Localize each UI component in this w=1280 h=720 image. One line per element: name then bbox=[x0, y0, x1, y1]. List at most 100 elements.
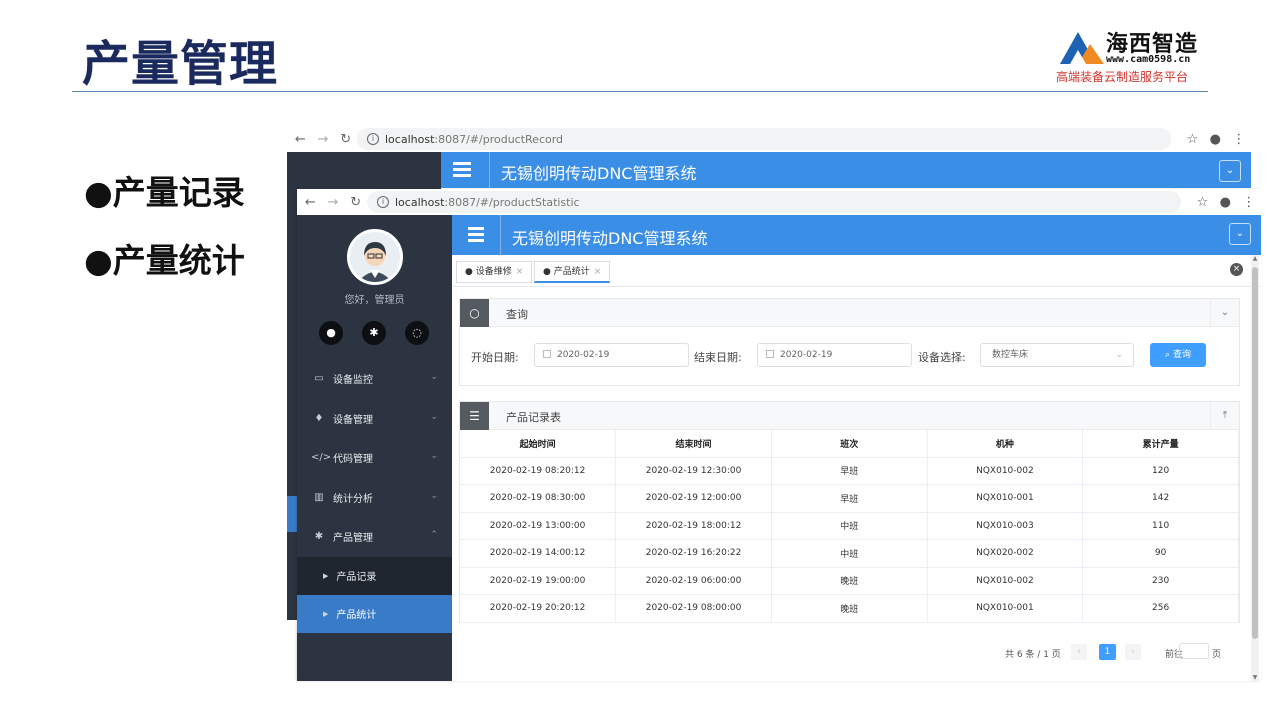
chevron-down-icon[interactable]: ⌄ bbox=[1219, 160, 1241, 182]
close-icon[interactable]: × bbox=[516, 267, 524, 277]
star-icon[interactable]: ☆ bbox=[1187, 132, 1199, 147]
sidebar-subitem-product-statistic[interactable]: ▶ 产品统计 bbox=[297, 594, 452, 633]
sidebar-item-device-manage[interactable]: ♦ 设备管理 ⌄ bbox=[297, 399, 452, 439]
calendar-icon bbox=[543, 350, 551, 358]
close-all-tabs-icon[interactable]: × bbox=[1230, 263, 1243, 276]
browser-nav: ← → ↻ bbox=[297, 195, 367, 210]
column-header-model[interactable]: 机种 bbox=[927, 430, 1084, 458]
chevron-down-icon[interactable]: ⌄ bbox=[1229, 223, 1251, 245]
more-menu-icon[interactable]: ⋮ bbox=[1242, 195, 1255, 210]
header-divider bbox=[489, 152, 490, 188]
device-select-label: 设备选择: bbox=[918, 351, 966, 364]
code-icon: </> bbox=[311, 452, 332, 464]
table-cell: NQX010-002 bbox=[927, 457, 1084, 485]
account-icon[interactable]: ● bbox=[1210, 132, 1221, 147]
star-icon[interactable]: ☆ bbox=[1197, 195, 1209, 210]
scroll-up-icon[interactable]: ▲ bbox=[1251, 255, 1259, 262]
table-row[interactable]: 2020-02-19 20:20:12 2020-02-19 08:00:00 … bbox=[460, 594, 1239, 623]
url-path: :8087/#/productStatistic bbox=[444, 195, 580, 209]
browser-toolbar: ← → ↻ i localhost:8087/#/productRecord ☆… bbox=[287, 126, 1251, 152]
gear-icon: ✱ bbox=[314, 531, 324, 543]
slide: 产量管理 海西智造 www.cam0598.cn 高端装备云制造服务平台 ●产量… bbox=[0, 0, 1280, 720]
table-cell: 2020-02-19 20:20:12 bbox=[460, 594, 617, 623]
scrollbar-thumb[interactable] bbox=[1252, 267, 1258, 639]
query-panel-title: 查询 bbox=[506, 308, 528, 321]
prev-page-button[interactable]: ‹ bbox=[1071, 644, 1087, 660]
settings-icon[interactable]: ✱ bbox=[362, 321, 386, 345]
table-cell: NQX010-002 bbox=[927, 567, 1084, 595]
reload-icon[interactable]: ↻ bbox=[340, 132, 351, 147]
bullet-product-record: ●产量记录 bbox=[84, 173, 245, 212]
forward-arrow-icon[interactable]: → bbox=[318, 132, 329, 147]
browser-actions: ☆ ● ⋮ bbox=[1191, 195, 1261, 210]
sidebar-subitem-product-record[interactable]: ▶ 产品记录 bbox=[297, 556, 452, 595]
power-icon[interactable]: ◌ bbox=[405, 321, 429, 345]
forward-arrow-icon[interactable]: → bbox=[328, 195, 339, 210]
table-row[interactable]: 2020-02-19 14:00:12 2020-02-19 16:20:22 … bbox=[460, 539, 1239, 568]
collapse-icon[interactable]: ⤒ bbox=[1210, 402, 1239, 430]
caret-right-icon: ▶ bbox=[323, 609, 329, 618]
sidebar-item-statistics[interactable]: ▥ 统计分析 ⌄ bbox=[297, 478, 452, 518]
scroll-down-icon[interactable]: ▼ bbox=[1251, 674, 1259, 681]
table-row[interactable]: 2020-02-19 08:20:12 2020-02-19 12:30:00 … bbox=[460, 457, 1239, 485]
reload-icon[interactable]: ↻ bbox=[350, 195, 361, 210]
query-panel-header: ○ 查询 ⌄ bbox=[460, 299, 1239, 327]
next-page-button[interactable]: › bbox=[1125, 644, 1141, 660]
page-number-button[interactable]: 1 bbox=[1099, 644, 1116, 660]
chevron-down-icon[interactable]: ⌄ bbox=[1210, 299, 1239, 327]
user-icon[interactable]: ● bbox=[319, 321, 343, 345]
goto-page-input[interactable] bbox=[1179, 643, 1209, 659]
address-bar[interactable]: i localhost:8087/#/productRecord bbox=[357, 128, 1171, 150]
table-row[interactable]: 2020-02-19 19:00:00 2020-02-19 06:00:00 … bbox=[460, 567, 1239, 595]
table-row[interactable]: 2020-02-19 13:00:00 2020-02-19 18:00:12 … bbox=[460, 512, 1239, 540]
table-cell: 90 bbox=[1082, 539, 1239, 568]
bar-chart-icon: ▥ bbox=[314, 491, 324, 503]
device-select[interactable]: 数控车床 ⌄ bbox=[980, 343, 1134, 367]
sidebar-menu: ▭ 设备监控 ⌄ ♦ 设备管理 ⌄ </> 代码管理 ⌄ ▥ 统计分析 ⌄ ✱ … bbox=[297, 359, 452, 633]
table-cell: 2020-02-19 16:20:22 bbox=[615, 539, 772, 568]
table-cell: 110 bbox=[1082, 512, 1239, 540]
back-arrow-icon[interactable]: ← bbox=[305, 195, 316, 210]
start-date-input[interactable]: 2020-02-19 bbox=[534, 343, 689, 367]
sidebar: 您好，管理员 ● ✱ ◌ ▭ 设备监控 ⌄ ♦ 设备管理 ⌄ </> 代码管理 … bbox=[297, 215, 452, 681]
table-cell: 2020-02-19 08:20:12 bbox=[460, 457, 617, 485]
url-host: localhost bbox=[385, 132, 435, 146]
tab-device-repair[interactable]: ● 设备维修 × bbox=[456, 261, 533, 283]
sidebar-item-device-monitor[interactable]: ▭ 设备监控 ⌄ bbox=[297, 359, 452, 399]
table-row[interactable]: 2020-02-19 08:30:00 2020-02-19 12:00:00 … bbox=[460, 484, 1239, 513]
column-header-total-output[interactable]: 累计产量 bbox=[1082, 430, 1239, 458]
tab-product-statistic[interactable]: ● 产品统计 × bbox=[534, 261, 611, 283]
table-cell: 142 bbox=[1082, 484, 1239, 513]
avatar[interactable] bbox=[347, 229, 403, 285]
more-menu-icon[interactable]: ⋮ bbox=[1232, 132, 1245, 147]
table-panel-title: 产品记录表 bbox=[506, 411, 561, 424]
browser-nav: ← → ↻ bbox=[287, 132, 357, 147]
sidebar-item-product-manage[interactable]: ✱ 产品管理 ⌃ bbox=[297, 517, 452, 557]
info-icon[interactable]: i bbox=[367, 133, 379, 145]
table-cell: 早班 bbox=[771, 484, 928, 513]
end-date-input[interactable]: 2020-02-19 bbox=[757, 343, 912, 367]
close-icon[interactable]: × bbox=[594, 267, 602, 277]
table-cell: 2020-02-19 08:30:00 bbox=[460, 484, 617, 513]
column-header-shift[interactable]: 班次 bbox=[771, 430, 928, 458]
record-table-panel: ☰ 产品记录表 ⤒ 起始时间 结束时间 班次 机种 累计产量 2020-02-1… bbox=[459, 401, 1240, 623]
chevron-down-icon: ⌄ bbox=[430, 451, 438, 461]
account-icon[interactable]: ● bbox=[1220, 195, 1231, 210]
query-panel: ○ 查询 ⌄ 开始日期: 2020-02-19 结束日期: 2020-02-19… bbox=[459, 298, 1240, 386]
info-icon[interactable]: i bbox=[377, 196, 389, 208]
table-cell: 晚班 bbox=[771, 567, 928, 595]
column-header-end-time[interactable]: 结束时间 bbox=[615, 430, 772, 458]
column-header-start-time[interactable]: 起始时间 bbox=[460, 430, 617, 458]
hamburger-icon[interactable] bbox=[468, 227, 484, 242]
hamburger-icon[interactable] bbox=[453, 162, 471, 177]
start-date-label: 开始日期: bbox=[471, 351, 519, 364]
vertical-scrollbar[interactable]: ▲ ▼ bbox=[1251, 255, 1259, 681]
logo-url: www.cam0598.cn bbox=[1106, 54, 1191, 65]
query-button-label: 查询 bbox=[1172, 350, 1191, 360]
sidebar-item-code-manage[interactable]: </> 代码管理 ⌄ bbox=[297, 438, 452, 478]
back-arrow-icon[interactable]: ← bbox=[295, 132, 306, 147]
query-button[interactable]: ⌕ 查询 bbox=[1150, 343, 1206, 367]
url-host: localhost bbox=[395, 195, 445, 209]
address-bar[interactable]: i localhost:8087/#/productStatistic bbox=[367, 191, 1181, 213]
search-icon: ⌕ bbox=[1165, 350, 1171, 360]
